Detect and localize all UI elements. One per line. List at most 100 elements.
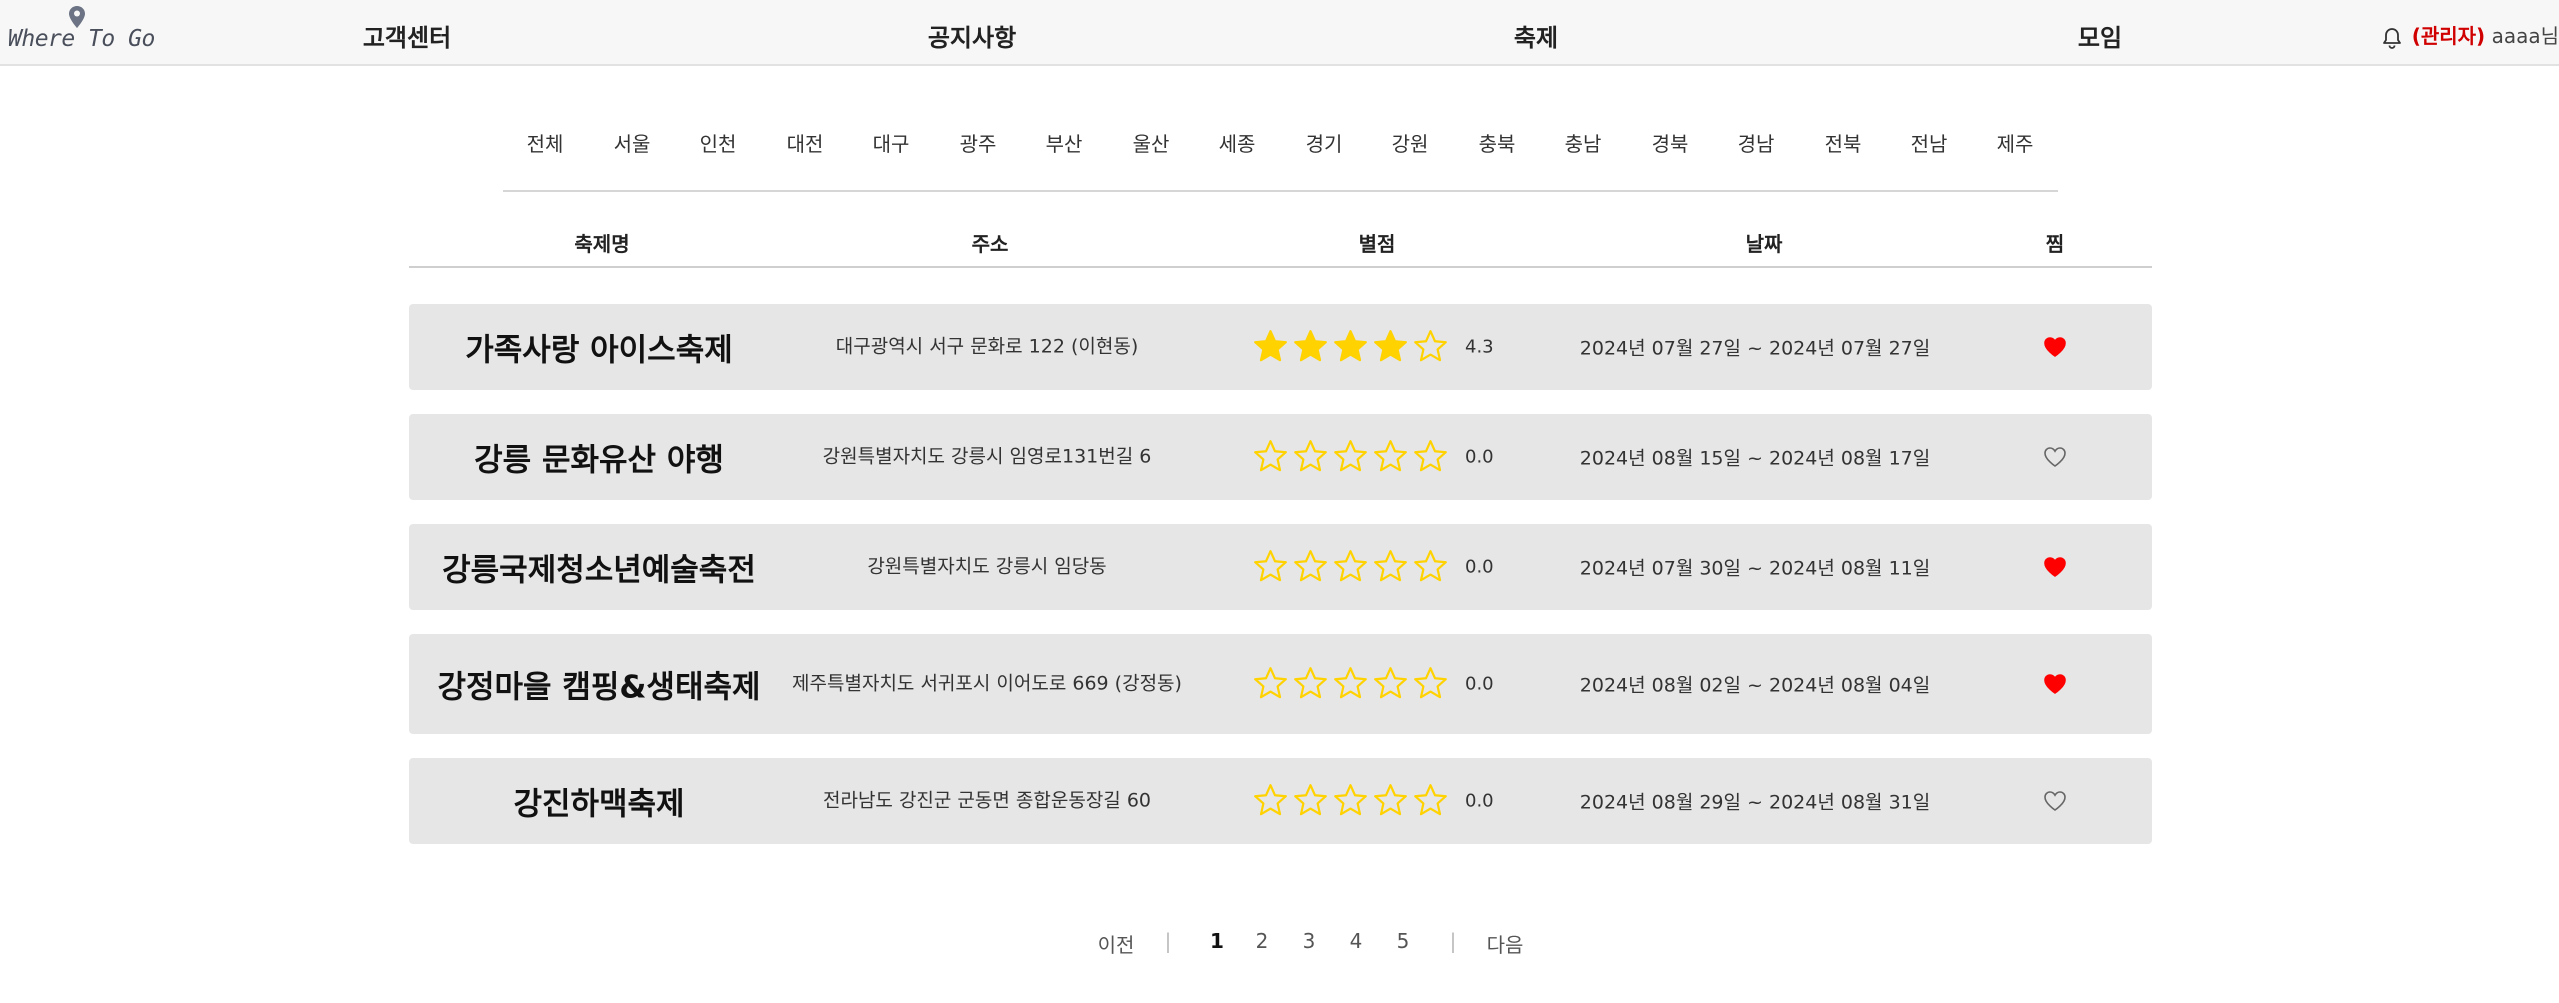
region-ulsan[interactable]: 울산 <box>1133 128 1170 157</box>
region-gyeonggi[interactable]: 경기 <box>1306 128 1343 157</box>
festival-name[interactable]: 강진하맥축제 <box>513 779 684 824</box>
star-filled-icon <box>1374 330 1407 362</box>
star-filled-icon <box>1254 330 1287 362</box>
table-row[interactable]: 강릉 문화유산 야행 강원특별자치도 강릉시 임영로131번길 6 0.0 20… <box>409 414 2152 500</box>
star-outline-icon <box>1254 784 1287 816</box>
region-chungbuk[interactable]: 충북 <box>1479 128 1516 157</box>
heart-icon[interactable] <box>2044 791 2066 811</box>
nav-customer-center[interactable]: 고객센터 <box>363 18 451 53</box>
column-header-name: 축제명 <box>574 232 630 256</box>
star-outline-icon <box>1254 440 1287 472</box>
nav-meetup[interactable]: 모임 <box>2078 18 2122 53</box>
heart-icon[interactable] <box>2044 557 2066 577</box>
admin-label: (관리자) <box>2411 24 2486 48</box>
star-outline-icon <box>1414 667 1447 699</box>
pager-divider: | <box>1164 929 1172 953</box>
prev-page-button[interactable]: 이전 <box>1098 929 1135 958</box>
page-3-button[interactable]: 3 <box>1303 929 1316 953</box>
star-filled-icon <box>1334 330 1367 362</box>
festival-address: 강원특별자치도 강릉시 임당동 <box>867 555 1107 578</box>
heart-icon[interactable] <box>2044 447 2066 467</box>
festival-name[interactable]: 강정마을 캠핑&생태축제 <box>437 662 760 707</box>
table-row[interactable]: 가족사랑 아이스축제 대구광역시 서구 문화로 122 (이현동) 4.3 20… <box>409 304 2152 390</box>
festival-date: 2024년 08월 15일 ~ 2024년 08월 17일 <box>1579 447 1931 470</box>
rating-value: 0.0 <box>1465 790 1494 812</box>
page-2-button[interactable]: 2 <box>1256 929 1269 953</box>
region-sejong[interactable]: 세종 <box>1219 128 1256 157</box>
rating-value: 4.3 <box>1465 336 1494 358</box>
heart-filled-icon <box>2044 674 2066 694</box>
column-header-date: 날짜 <box>1745 232 1783 256</box>
festival-date: 2024년 07월 30일 ~ 2024년 08월 11일 <box>1579 557 1931 580</box>
star-outline-icon <box>1334 784 1367 816</box>
username-suffix: 님 <box>2540 24 2559 48</box>
rating-value: 0.0 <box>1465 446 1494 468</box>
user-area: (관리자) aaaa님 <box>2382 20 2559 49</box>
username[interactable]: aaaa <box>2492 24 2541 48</box>
star-outline-icon <box>1254 667 1287 699</box>
region-gyeongbuk[interactable]: 경북 <box>1652 128 1689 157</box>
region-gangwon[interactable]: 강원 <box>1392 128 1429 157</box>
heart-outline-icon <box>2044 447 2066 467</box>
region-jeonnam[interactable]: 전남 <box>1911 128 1948 157</box>
logo-text: Where To Go <box>8 26 155 52</box>
region-gyeongnam[interactable]: 경남 <box>1738 128 1775 157</box>
star-rating <box>1253 783 1453 819</box>
heart-icon[interactable] <box>2044 674 2066 694</box>
region-jeonbuk[interactable]: 전북 <box>1825 128 1862 157</box>
pagination: 이전 | 1 2 3 4 5 | 다음 <box>0 929 2559 959</box>
star-outline-icon <box>1294 667 1327 699</box>
festival-date: 2024년 08월 29일 ~ 2024년 08월 31일 <box>1579 791 1931 814</box>
festival-name[interactable]: 강릉 문화유산 야행 <box>474 435 724 480</box>
column-header-address: 주소 <box>971 232 1009 256</box>
star-outline-icon <box>1414 784 1447 816</box>
next-page-button[interactable]: 다음 <box>1487 929 1524 958</box>
star-outline-icon <box>1334 550 1367 582</box>
star-outline-icon <box>1414 550 1447 582</box>
bell-icon[interactable] <box>2382 27 2402 49</box>
festival-address: 강원특별자치도 강릉시 임영로131번길 6 <box>822 445 1152 468</box>
star-outline-icon <box>1374 784 1407 816</box>
page-5-button[interactable]: 5 <box>1397 929 1410 953</box>
star-outline-icon <box>1334 440 1367 472</box>
region-filter: 전체 서울 인천 대전 대구 광주 부산 울산 세종 경기 강원 충북 충남 경… <box>0 128 2559 158</box>
festival-name[interactable]: 강릉국제청소년예술축전 <box>442 545 756 590</box>
festival-name[interactable]: 가족사랑 아이스축제 <box>465 325 732 370</box>
star-rating <box>1253 666 1453 702</box>
festival-date: 2024년 07월 27일 ~ 2024년 07월 27일 <box>1579 337 1931 360</box>
nav-festival[interactable]: 축제 <box>1514 18 1558 53</box>
festival-address: 대구광역시 서구 문화로 122 (이현동) <box>835 335 1139 358</box>
star-outline-icon <box>1374 667 1407 699</box>
region-chungnam[interactable]: 충남 <box>1565 128 1602 157</box>
star-filled-icon <box>1294 330 1327 362</box>
star-rating <box>1253 329 1453 365</box>
star-outline-icon <box>1414 440 1447 472</box>
region-all[interactable]: 전체 <box>527 128 564 157</box>
festival-address: 전라남도 강진군 군동면 종합운동장길 60 <box>822 789 1152 812</box>
region-seoul[interactable]: 서울 <box>614 128 651 157</box>
table-row[interactable]: 강릉국제청소년예술축전 강원특별자치도 강릉시 임당동 0.0 2024년 07… <box>409 524 2152 610</box>
nav-notice[interactable]: 공지사항 <box>928 18 1016 53</box>
region-jeju[interactable]: 제주 <box>1997 128 2034 157</box>
map-pin-icon <box>69 6 85 28</box>
region-daejeon[interactable]: 대전 <box>787 128 824 157</box>
logo[interactable]: Where To Go <box>8 4 155 60</box>
page-1-button[interactable]: 1 <box>1210 929 1224 953</box>
star-outline-icon <box>1294 440 1327 472</box>
region-daegu[interactable]: 대구 <box>873 128 910 157</box>
table-header: 축제명 주소 별점 날짜 찜 <box>409 224 2152 268</box>
heart-filled-icon <box>2044 557 2066 577</box>
star-rating <box>1253 439 1453 475</box>
heart-icon[interactable] <box>2044 337 2066 357</box>
region-gwangju[interactable]: 광주 <box>960 128 997 157</box>
star-outline-icon <box>1334 667 1367 699</box>
region-busan[interactable]: 부산 <box>1046 128 1083 157</box>
table-row[interactable]: 강진하맥축제 전라남도 강진군 군동면 종합운동장길 60 0.0 2024년 … <box>409 758 2152 844</box>
region-incheon[interactable]: 인천 <box>700 128 737 157</box>
page-4-button[interactable]: 4 <box>1350 929 1363 953</box>
star-outline-icon <box>1374 550 1407 582</box>
festival-address: 제주특별자치도 서귀포시 이어도로 669 (강정동) <box>792 672 1182 695</box>
star-outline-icon <box>1254 550 1287 582</box>
table-row[interactable]: 강정마을 캠핑&생태축제 제주특별자치도 서귀포시 이어도로 669 (강정동)… <box>409 634 2152 734</box>
star-outline-icon <box>1414 330 1447 362</box>
